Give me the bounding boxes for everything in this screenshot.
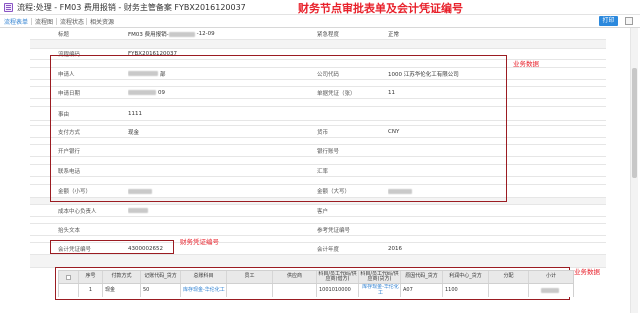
form-row-spacer [30, 40, 606, 49]
form-row-header-text: 抬头文本 参考凭证编号 [30, 224, 606, 236]
grid-cell-supplier [273, 284, 317, 297]
annotation-business-data: 业务数据 [513, 60, 539, 68]
highlight-box-business-data [50, 55, 507, 202]
print-button[interactable]: 打印 [599, 16, 618, 26]
grid-header-debit-account: 科目/员工代码/供应商(借方) [317, 271, 359, 283]
detail-grid: 序号 付款方式 记账代码_贷方 总账科目 员工 供应商 科目/员工代码/供应商(… [58, 270, 574, 297]
grid-header-allocation: 分配 [489, 271, 529, 283]
grid-cell-gl-account: 库存现金-华伦化工 [181, 284, 227, 297]
annotation-title: 财务节点审批表单及会计凭证编号 [298, 2, 463, 15]
field-value-cost-center-owner [128, 205, 313, 216]
form-row-cost-center: 成本中心负责人 客户 [30, 205, 606, 217]
grid-header-employee: 员工 [227, 271, 273, 283]
field-label-cost-center-owner: 成本中心负责人 [58, 208, 97, 215]
field-label-title: 标题 [58, 32, 70, 38]
highlight-box-voucher-number [50, 240, 174, 254]
grid-cell-posting-code: 50 [141, 284, 181, 297]
field-value-reference-voucher [388, 224, 588, 235]
tab-divider [56, 18, 57, 25]
field-value-customer [388, 205, 588, 216]
grid-cell-credit-account: 库存现金-华伦化工 [359, 284, 401, 297]
field-value-title: FM03 费用报销- -12-09 [128, 31, 215, 38]
checkbox-icon[interactable] [66, 274, 71, 280]
field-label-customer: 客户 [317, 208, 329, 215]
field-label-fiscal-year: 会计年度 [317, 246, 340, 253]
vertical-scrollbar[interactable] [630, 28, 638, 313]
tab-related-resources[interactable]: 相关资源 [90, 17, 114, 26]
table-row[interactable]: 1 现金 50 库存现金-华伦化工 1001010000 库存现金-华伦化工 A… [59, 284, 573, 297]
grid-header-payment: 付款方式 [103, 271, 141, 283]
field-label-reference-voucher: 参考凭证编号 [317, 227, 351, 234]
tab-flow-chart[interactable]: 流程图 [35, 17, 53, 26]
tab-flow-form[interactable]: 流程表单 [4, 17, 28, 26]
page-toggle-icon[interactable] [625, 17, 633, 25]
grid-header-reason-code: 原因代码_贷方 [401, 271, 443, 283]
grid-cell-index: 1 [79, 284, 103, 297]
field-label-header-text: 抬头文本 [58, 227, 81, 234]
grid-header-supplier: 供应商 [273, 271, 317, 283]
field-value-urgency: 正常 [388, 32, 400, 38]
scrollbar-thumb[interactable] [632, 68, 637, 178]
form-row-title: 标题 FM03 费用报销- -12-09 紧急程度 正常 [30, 29, 606, 40]
grid-cell-payment: 现金 [103, 284, 141, 297]
form-app-icon [4, 3, 13, 12]
grid-header-posting-code: 记账代码_贷方 [141, 271, 181, 283]
grid-cell-debit-account: 1001010000 [317, 284, 359, 297]
grid-cell-profit-center: 1100 [443, 284, 489, 297]
field-value-fiscal-year: 2016 [388, 245, 402, 252]
grid-header-subtotal: 小计 [545, 273, 556, 280]
tab-bar: 流程表单 流程图 流程状态 相关资源 打印 [0, 15, 640, 28]
tab-divider [86, 18, 87, 25]
grid-cell-reason-code: A07 [401, 284, 443, 297]
grid-cell-subtotal [529, 284, 573, 297]
grid-row-select[interactable] [59, 284, 79, 297]
window-title: 流程:处理 - FM03 费用报销 - 财务主管备案 FYBX201612003… [17, 3, 246, 12]
grid-cell-allocation [489, 284, 529, 297]
grid-select-all[interactable] [59, 271, 79, 283]
grid-header-index: 序号 [79, 271, 103, 283]
tab-flow-status[interactable]: 流程状态 [60, 17, 84, 26]
annotation-business-data-grid: 业务数据 [574, 268, 600, 276]
grid-header-profit-center: 利润中心_贷方 [443, 271, 489, 283]
grid-header-gl-account: 总账科目 [181, 271, 227, 283]
form-row-spacer [30, 217, 606, 224]
field-value-header-text [128, 224, 313, 235]
grid-header-row: 序号 付款方式 记账代码_贷方 总账科目 员工 供应商 科目/员工代码/供应商(… [59, 271, 573, 284]
tab-divider [31, 18, 32, 25]
annotation-voucher-number: 财务凭证编号 [180, 238, 219, 246]
grid-header-credit-account: 科目/员工代码/供应商(贷方) [359, 271, 401, 283]
field-label-urgency: 紧急程度 [317, 32, 340, 38]
grid-cell-employee [227, 284, 273, 297]
